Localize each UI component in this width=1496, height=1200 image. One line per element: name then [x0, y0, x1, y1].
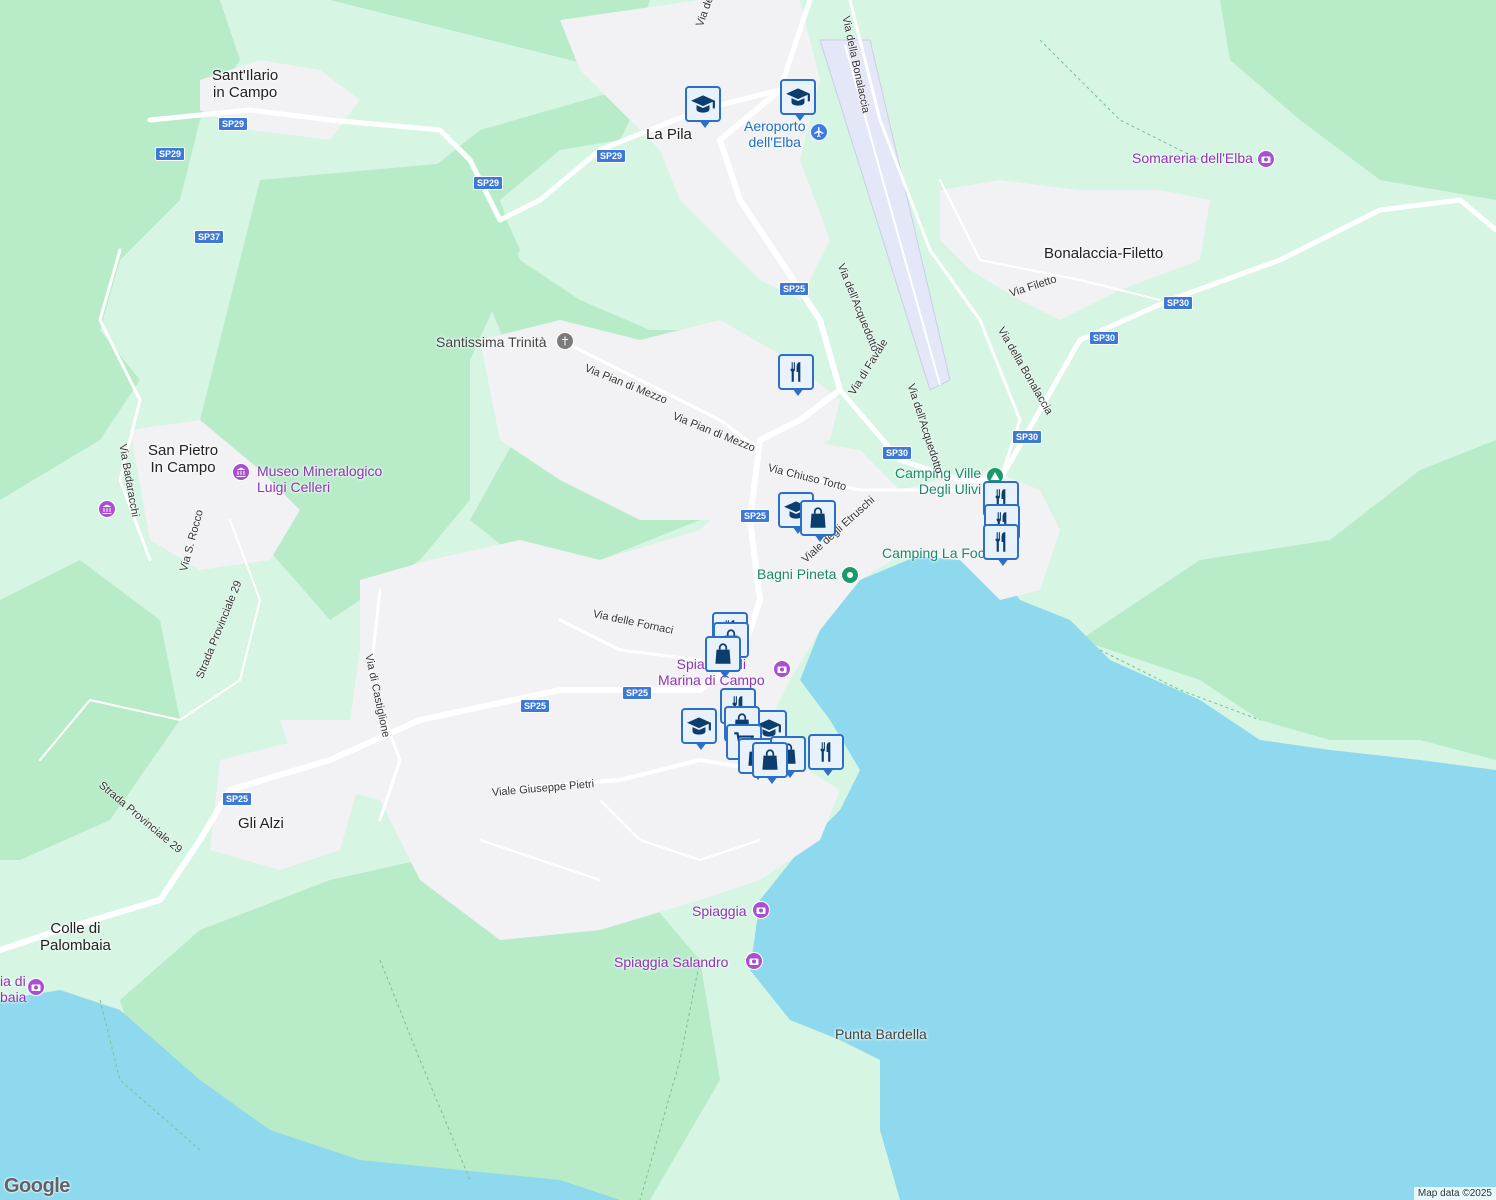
restaurant-pin-icon[interactable] — [808, 734, 844, 776]
route-shield: SP29 — [473, 176, 504, 190]
poi-label-spiaggia[interactable]: Spiaggia — [692, 903, 747, 919]
church-icon[interactable] — [556, 332, 574, 350]
place-label-bonalaccia: Bonalaccia-Filetto — [1044, 245, 1164, 262]
map-canvas[interactable]: Sant'Ilario in Campo La Pila San Pietro In… — [0, 0, 1496, 1200]
airport-icon[interactable] — [810, 123, 828, 141]
camera-icon[interactable] — [752, 901, 770, 919]
route-shield: SP25 — [622, 686, 653, 700]
route-shield: SP25 — [740, 509, 771, 523]
restaurant-pin-icon[interactable] — [778, 354, 814, 396]
camera-icon[interactable] — [773, 660, 791, 678]
museum-icon[interactable] — [98, 500, 116, 518]
place-label-colle: Colle di Palombaia — [40, 920, 111, 955]
poi-label-somareria[interactable]: Somareria dell'Elba — [1132, 150, 1253, 166]
route-shield: SP29 — [155, 147, 186, 161]
route-shield: SP29 — [218, 117, 249, 131]
camera-icon[interactable] — [27, 978, 45, 996]
poi-label-salandro[interactable]: Spiaggia Salandro — [614, 954, 728, 970]
poi-label-museo[interactable]: Museo Mineralogico Luigi Celleri — [257, 463, 382, 495]
route-shield: SP30 — [1012, 430, 1043, 444]
route-shield: SP29 — [596, 149, 627, 163]
place-label-glialzi: Gli Alzi — [238, 815, 284, 832]
shopping-bag-pin-icon[interactable] — [800, 500, 836, 542]
poi-label-spiaggiadi[interactable]: ia di baia — [0, 973, 26, 1005]
school-pin-icon[interactable] — [780, 79, 816, 121]
restaurant-pin-icon[interactable] — [983, 524, 1019, 566]
place-label-lapila: La Pila — [646, 126, 692, 143]
map-attribution[interactable]: Map data ©2025 — [1413, 1187, 1496, 1200]
place-label-santilario: Sant'Ilario in Campo — [212, 67, 279, 102]
beach-icon[interactable] — [841, 566, 859, 584]
museum-icon[interactable] — [232, 463, 250, 481]
shopping-bag-pin-icon[interactable] — [752, 742, 788, 784]
poi-label-santissima[interactable]: Santissima Trinità — [436, 334, 546, 350]
route-shield: SP25 — [520, 699, 551, 713]
route-shield: SP25 — [779, 282, 810, 296]
camera-icon[interactable] — [1257, 150, 1275, 168]
shopping-bag-pin-icon[interactable] — [705, 636, 741, 678]
poi-label-puntabardella[interactable]: Punta Bardella — [835, 1026, 927, 1042]
route-shield: SP30 — [1089, 331, 1120, 345]
poi-label-campinglafoce[interactable]: Camping La Foce — [882, 545, 993, 561]
route-shield: SP30 — [882, 446, 913, 460]
school-pin-icon[interactable] — [681, 708, 717, 750]
camera-icon[interactable] — [745, 952, 763, 970]
route-shield: SP37 — [194, 230, 225, 244]
route-shield: SP30 — [1163, 296, 1194, 310]
route-shield: SP25 — [222, 792, 253, 806]
school-pin-icon[interactable] — [685, 86, 721, 128]
place-label-sanpietro: San Pietro In Campo — [148, 442, 219, 477]
google-logo: Google — [4, 1175, 70, 1197]
poi-label-aeroporto[interactable]: Aeroporto dell'Elba — [744, 118, 805, 150]
poi-label-bagnipineta[interactable]: Bagni Pineta — [757, 566, 836, 582]
